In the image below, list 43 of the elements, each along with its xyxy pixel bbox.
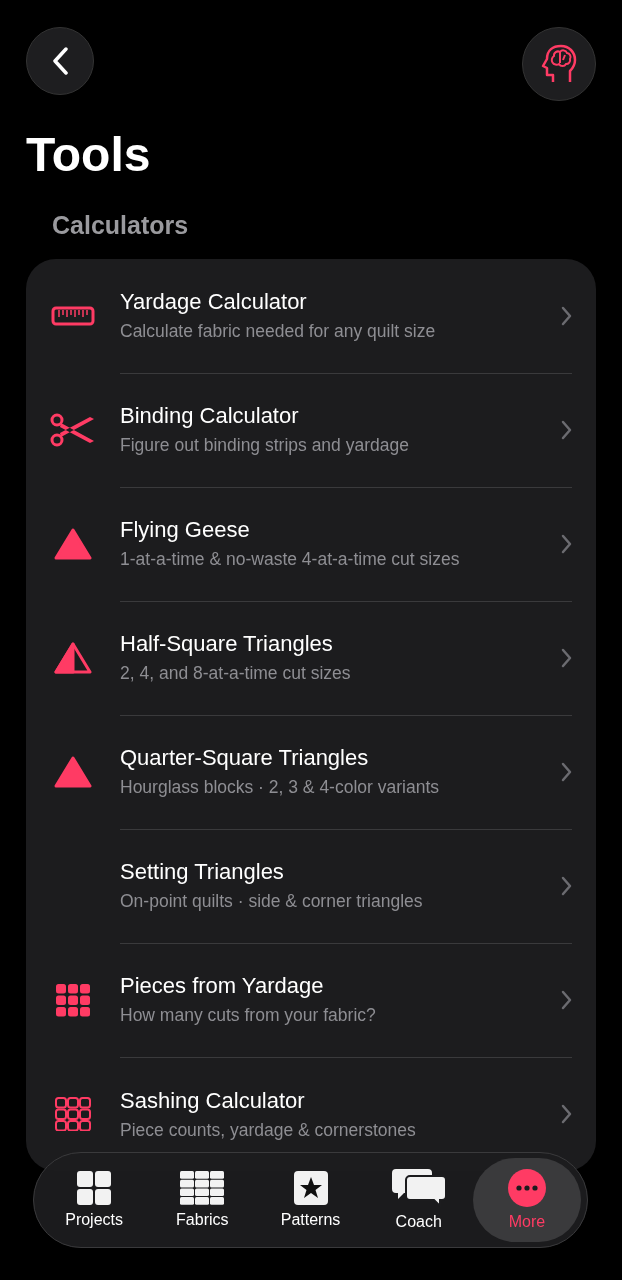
tool-subtitle: 1-at-a-time & no-waste 4-at-a-time cut sizes: [120, 549, 461, 570]
tool-subtitle: 2, 4, and 8-at-a-time cut sizes: [120, 663, 352, 684]
chevron-left-icon: [52, 47, 68, 75]
chevron-right-icon: [561, 305, 572, 326]
chevron-right-icon: [561, 533, 572, 554]
tool-title: Flying Geese: [120, 517, 251, 543]
chevron-right-icon: [561, 989, 572, 1010]
tool-title: Half-Square Triangles: [120, 631, 334, 657]
chat-icon: [391, 1169, 446, 1207]
tab[interactable]: Coach: [364, 1158, 473, 1242]
tool-title: Binding Calculator: [120, 403, 300, 429]
chevron-right-icon: [561, 875, 572, 896]
squares-icon: [77, 1171, 112, 1205]
tool-subtitle: Figure out binding strips and yardage: [120, 435, 410, 456]
head-brain-icon: [541, 44, 577, 84]
grid-icon: [55, 1097, 91, 1131]
tab[interactable]: Projects: [40, 1158, 149, 1242]
tab[interactable]: Fabrics: [148, 1158, 257, 1242]
chevron-right-icon: [561, 761, 572, 782]
tool-subtitle: How many cuts from your fabric?: [120, 1005, 377, 1026]
section-header: Calculators: [52, 210, 190, 241]
tool-subtitle: Hourglass blocks · 2, 3 & 4-color variants: [120, 777, 441, 798]
tool-title: Setting Triangles: [120, 859, 285, 885]
tab[interactable]: Patterns: [256, 1158, 365, 1242]
tool-title: Yardage Calculator: [120, 289, 308, 315]
chevron-right-icon: [561, 647, 572, 668]
page-title: Tools: [26, 127, 152, 183]
tool-title: Quarter-Square Triangles: [120, 745, 370, 771]
scissors-icon: [50, 413, 96, 447]
tool-title: Pieces from Yardage: [120, 973, 325, 999]
tool-subtitle: Piece counts, yardage & cornerstones: [120, 1119, 417, 1141]
ruler-icon: [51, 305, 95, 327]
grid-icon: [55, 983, 91, 1017]
triangle-icon: [54, 527, 92, 561]
triangle-icon: [54, 755, 92, 789]
tool-subtitle: Calculate fabric needed for any quilt size: [120, 321, 437, 342]
chevron-right-icon: [561, 1104, 572, 1124]
table-icon: [180, 1171, 225, 1205]
tool-subtitle: On-point quilts · side & corner triangles: [120, 891, 424, 912]
half-triangle-icon: [54, 641, 92, 675]
tool-title: Sashing Calculator: [120, 1087, 306, 1114]
chevron-right-icon: [561, 419, 572, 440]
more-icon: [507, 1169, 546, 1207]
